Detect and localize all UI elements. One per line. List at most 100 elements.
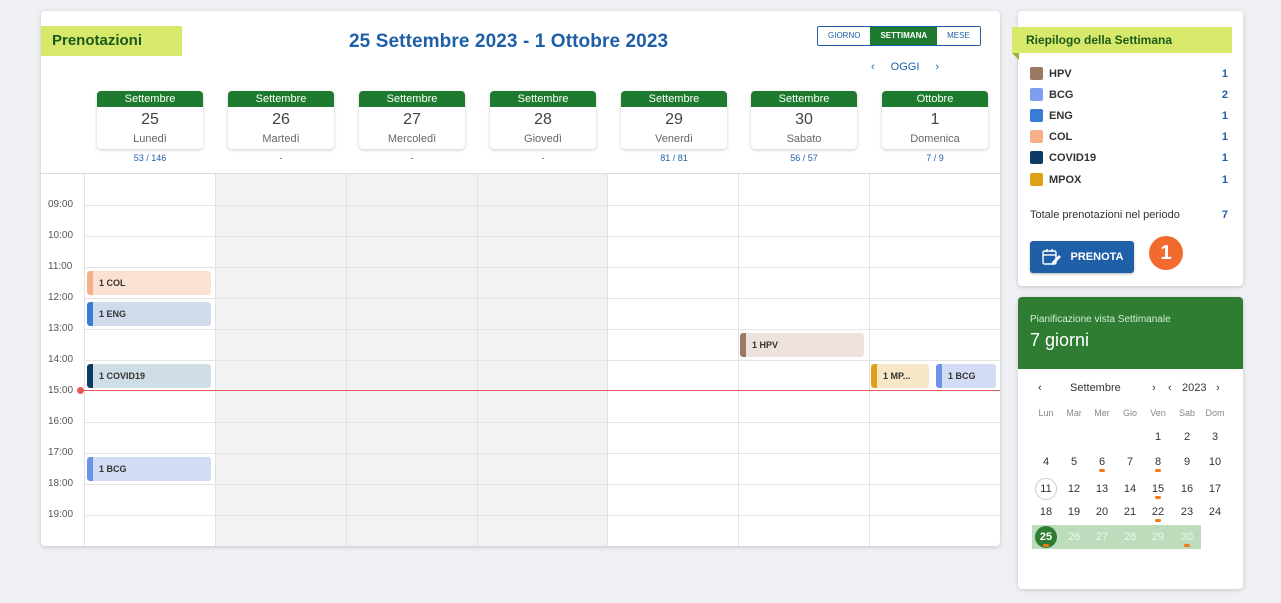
hour-line bbox=[84, 453, 1000, 454]
color-swatch bbox=[1030, 67, 1043, 80]
time-label: 12:00 bbox=[48, 292, 74, 303]
day-month: Settembre bbox=[359, 91, 465, 107]
calendar-day[interactable]: 22 bbox=[1144, 500, 1172, 524]
calendar-day[interactable]: 1 bbox=[1144, 425, 1172, 449]
color-swatch bbox=[1030, 88, 1043, 101]
summary-item-label: ENG bbox=[1049, 109, 1073, 122]
calendar-day[interactable]: 3 bbox=[1201, 425, 1229, 449]
calendar-day[interactable]: 2 bbox=[1173, 425, 1201, 449]
day-header-sat[interactable]: Settembre 30 Sabato 56 / 57 bbox=[751, 91, 857, 163]
calendar-day[interactable]: 29 bbox=[1144, 525, 1172, 549]
day-month: Settembre bbox=[751, 91, 857, 107]
day-number: 1 bbox=[930, 111, 940, 128]
chevron-left-icon[interactable]: ‹ bbox=[871, 61, 875, 73]
event-mpox[interactable]: 1 MP... bbox=[871, 364, 929, 388]
day-name: Sabato bbox=[786, 133, 822, 145]
event-eng[interactable]: 1 ENG bbox=[87, 302, 211, 326]
current-time-line bbox=[81, 390, 1000, 391]
planning-value: 7 giorni bbox=[1030, 330, 1090, 350]
step-badge: 1 bbox=[1149, 236, 1183, 270]
day-header-wed[interactable]: Settembre 27 Mercoledì - bbox=[359, 91, 465, 163]
chevron-right-icon[interactable]: › bbox=[1152, 382, 1156, 394]
month-label[interactable]: Settembre bbox=[1070, 382, 1121, 394]
day-number: 22 bbox=[1151, 506, 1165, 518]
hour-line bbox=[84, 329, 1000, 330]
chevron-right-icon[interactable]: › bbox=[935, 61, 939, 73]
summary-item-mpox: MPOX 1 bbox=[1030, 173, 1228, 186]
calendar-day[interactable]: 9 bbox=[1173, 450, 1201, 474]
hour-line bbox=[84, 484, 1000, 485]
calendar-day[interactable]: 4 bbox=[1032, 450, 1060, 474]
summary-title: Riepilogo della Settimana bbox=[1012, 27, 1232, 60]
calendar-day[interactable]: 28 bbox=[1116, 525, 1144, 549]
day-number: 8 bbox=[1154, 456, 1162, 468]
color-swatch bbox=[1030, 151, 1043, 164]
day-header-mon[interactable]: Settembre 25 Lunedì 53 / 146 bbox=[97, 91, 203, 163]
current-time-dot bbox=[77, 387, 84, 394]
calendar-day[interactable]: 16 bbox=[1173, 477, 1201, 501]
summary-item-covid19: COVID19 1 bbox=[1030, 151, 1228, 164]
day-header-tue[interactable]: Settembre 26 Martedì - bbox=[228, 91, 334, 163]
view-day-button[interactable]: GIORNO bbox=[818, 27, 871, 45]
view-month-button[interactable]: MESE bbox=[937, 27, 980, 45]
calendar-day[interactable]: 20 bbox=[1088, 500, 1116, 524]
event-hpv[interactable]: 1 HPV bbox=[740, 333, 864, 357]
calendar-day[interactable]: 6 bbox=[1088, 450, 1116, 474]
event-covid19[interactable]: 1 COVID19 bbox=[87, 364, 211, 388]
calendar-day[interactable]: 15 bbox=[1144, 477, 1172, 501]
calendar-day[interactable]: 10 bbox=[1201, 450, 1229, 474]
year-label[interactable]: 2023 bbox=[1182, 382, 1206, 394]
calendar-day[interactable]: 14 bbox=[1116, 477, 1144, 501]
calendar-day[interactable]: 5 bbox=[1060, 450, 1088, 474]
prenota-label: PRENOTA bbox=[1070, 251, 1124, 263]
total-label: Totale prenotazioni nel periodo bbox=[1030, 209, 1180, 221]
calendar-day[interactable]: 24 bbox=[1201, 500, 1229, 524]
planning-header: Pianificazione vista Settimanale 7 giorn… bbox=[1018, 297, 1243, 369]
time-label: 11:00 bbox=[48, 261, 73, 272]
today-button[interactable]: OGGI bbox=[891, 61, 920, 73]
time-label: 13:00 bbox=[48, 323, 74, 334]
day-header-fri[interactable]: Settembre 29 Venerdì 81 / 81 bbox=[621, 91, 727, 163]
summary-item-count: 1 bbox=[1221, 130, 1228, 143]
summary-item-label: BCG bbox=[1049, 88, 1074, 101]
weekday-label: Sab bbox=[1178, 408, 1195, 418]
summary-item-count: 1 bbox=[1221, 109, 1228, 122]
event-col[interactable]: 1 COL bbox=[87, 271, 211, 295]
calendar-day[interactable]: 19 bbox=[1060, 500, 1088, 524]
time-grid: 09:00 10:00 11:00 12:00 13:00 14:00 15:0… bbox=[41, 173, 1000, 546]
calendar-day[interactable]: 7 bbox=[1116, 450, 1144, 474]
calendar-day[interactable]: 13 bbox=[1088, 477, 1116, 501]
calendar-day[interactable]: 26 bbox=[1060, 525, 1088, 549]
calendar-day[interactable]: 27 bbox=[1088, 525, 1116, 549]
day-header-sun[interactable]: Ottobre 1 Domenica 7 / 9 bbox=[882, 91, 988, 163]
event-bcg[interactable]: 1 BCG bbox=[936, 364, 996, 388]
calendar-day[interactable]: 30 bbox=[1173, 525, 1201, 549]
day-header-thu[interactable]: Settembre 28 Giovedì - bbox=[490, 91, 596, 163]
day-name: Venerdì bbox=[655, 133, 693, 145]
calendar-day[interactable]: 21 bbox=[1116, 500, 1144, 524]
total-value: 7 bbox=[1221, 209, 1228, 221]
booking-dot bbox=[1155, 519, 1161, 522]
calendar-day[interactable]: 17 bbox=[1201, 477, 1229, 501]
summary-item-hpv: HPV 1 bbox=[1030, 67, 1228, 80]
view-week-button[interactable]: SETTIMANA bbox=[870, 27, 938, 45]
day-count: 56 / 57 bbox=[790, 153, 818, 163]
chevron-left-icon[interactable]: ‹ bbox=[1038, 382, 1042, 394]
chevron-right-icon[interactable]: › bbox=[1216, 382, 1220, 394]
calendar-day[interactable]: 18 bbox=[1032, 500, 1060, 524]
event-bcg[interactable]: 1 BCG bbox=[87, 457, 211, 481]
summary-item-bcg: BCG 2 bbox=[1030, 88, 1228, 101]
calendar-day[interactable]: 8 bbox=[1144, 450, 1172, 474]
day-count: 53 / 146 bbox=[133, 153, 167, 163]
summary-item-eng: ENG 1 bbox=[1030, 109, 1228, 122]
calendar-day[interactable]: 12 bbox=[1060, 477, 1088, 501]
color-swatch bbox=[1030, 109, 1043, 122]
calendar-day[interactable]: 25 bbox=[1032, 525, 1060, 549]
day-number: 30 bbox=[1180, 531, 1194, 543]
time-label: 09:00 bbox=[48, 199, 74, 210]
prenota-button[interactable]: PRENOTA bbox=[1030, 241, 1134, 273]
calendar-day[interactable]: 11 bbox=[1032, 477, 1060, 501]
calendar-day[interactable]: 23 bbox=[1173, 500, 1201, 524]
hour-line bbox=[84, 236, 1000, 237]
chevron-left-icon[interactable]: ‹ bbox=[1168, 382, 1172, 394]
